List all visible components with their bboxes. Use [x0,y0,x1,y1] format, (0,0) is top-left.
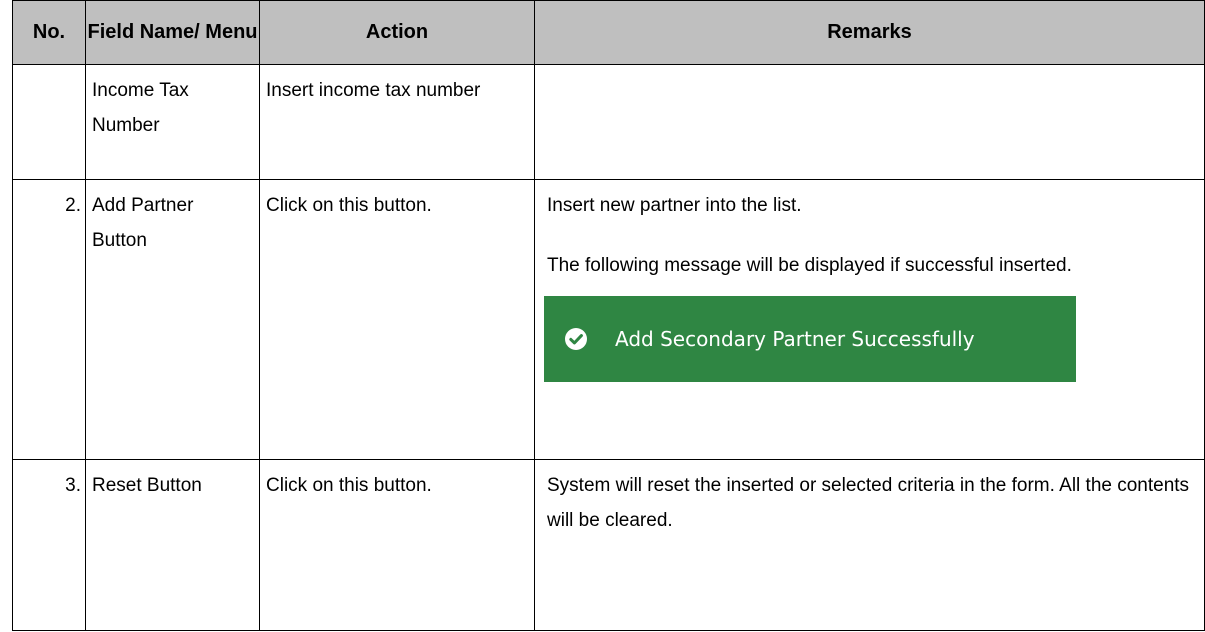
row-remarks: System will reset the inserted or select… [534,459,1205,631]
field-action-table: No. Field Name/ Menu Action Remarks Inco… [12,0,1205,631]
row-field-name: Reset Button [85,459,260,631]
remarks-text: Insert new partner into the list. [547,195,802,216]
remarks-text: The following message will be displayed … [547,255,1072,276]
header-field-name: Field Name/ Menu [85,0,260,65]
row-action: Click on this button. [259,459,535,631]
row-remarks [534,64,1205,180]
row-action: Insert income tax number [259,64,535,180]
row-remarks: Insert new partner into the list. The fo… [534,179,1205,460]
remarks-text: System will reset the inserted or select… [547,475,1190,531]
header-no: No. [12,0,86,65]
check-circle-icon [565,328,587,350]
row-field-name: Add Partner Button [85,179,260,460]
table-header-row: No. Field Name/ Menu Action Remarks [12,0,1205,65]
header-remarks: Remarks [534,0,1205,65]
row-action: Click on this button. [259,179,535,460]
table-row: 2. Add Partner Button Click on this butt… [12,179,1205,460]
success-notification-banner: Add Secondary Partner Successfully [544,296,1076,382]
header-action: Action [259,0,535,65]
row-number [12,64,86,180]
success-message: Add Secondary Partner Successfully [615,326,975,351]
row-number: 3. [12,459,86,631]
table-row: 3. Reset Button Click on this button. Sy… [12,459,1205,631]
table-row: Income Tax Number Insert income tax numb… [12,64,1205,180]
row-field-name: Income Tax Number [85,64,260,180]
row-number: 2. [12,179,86,460]
